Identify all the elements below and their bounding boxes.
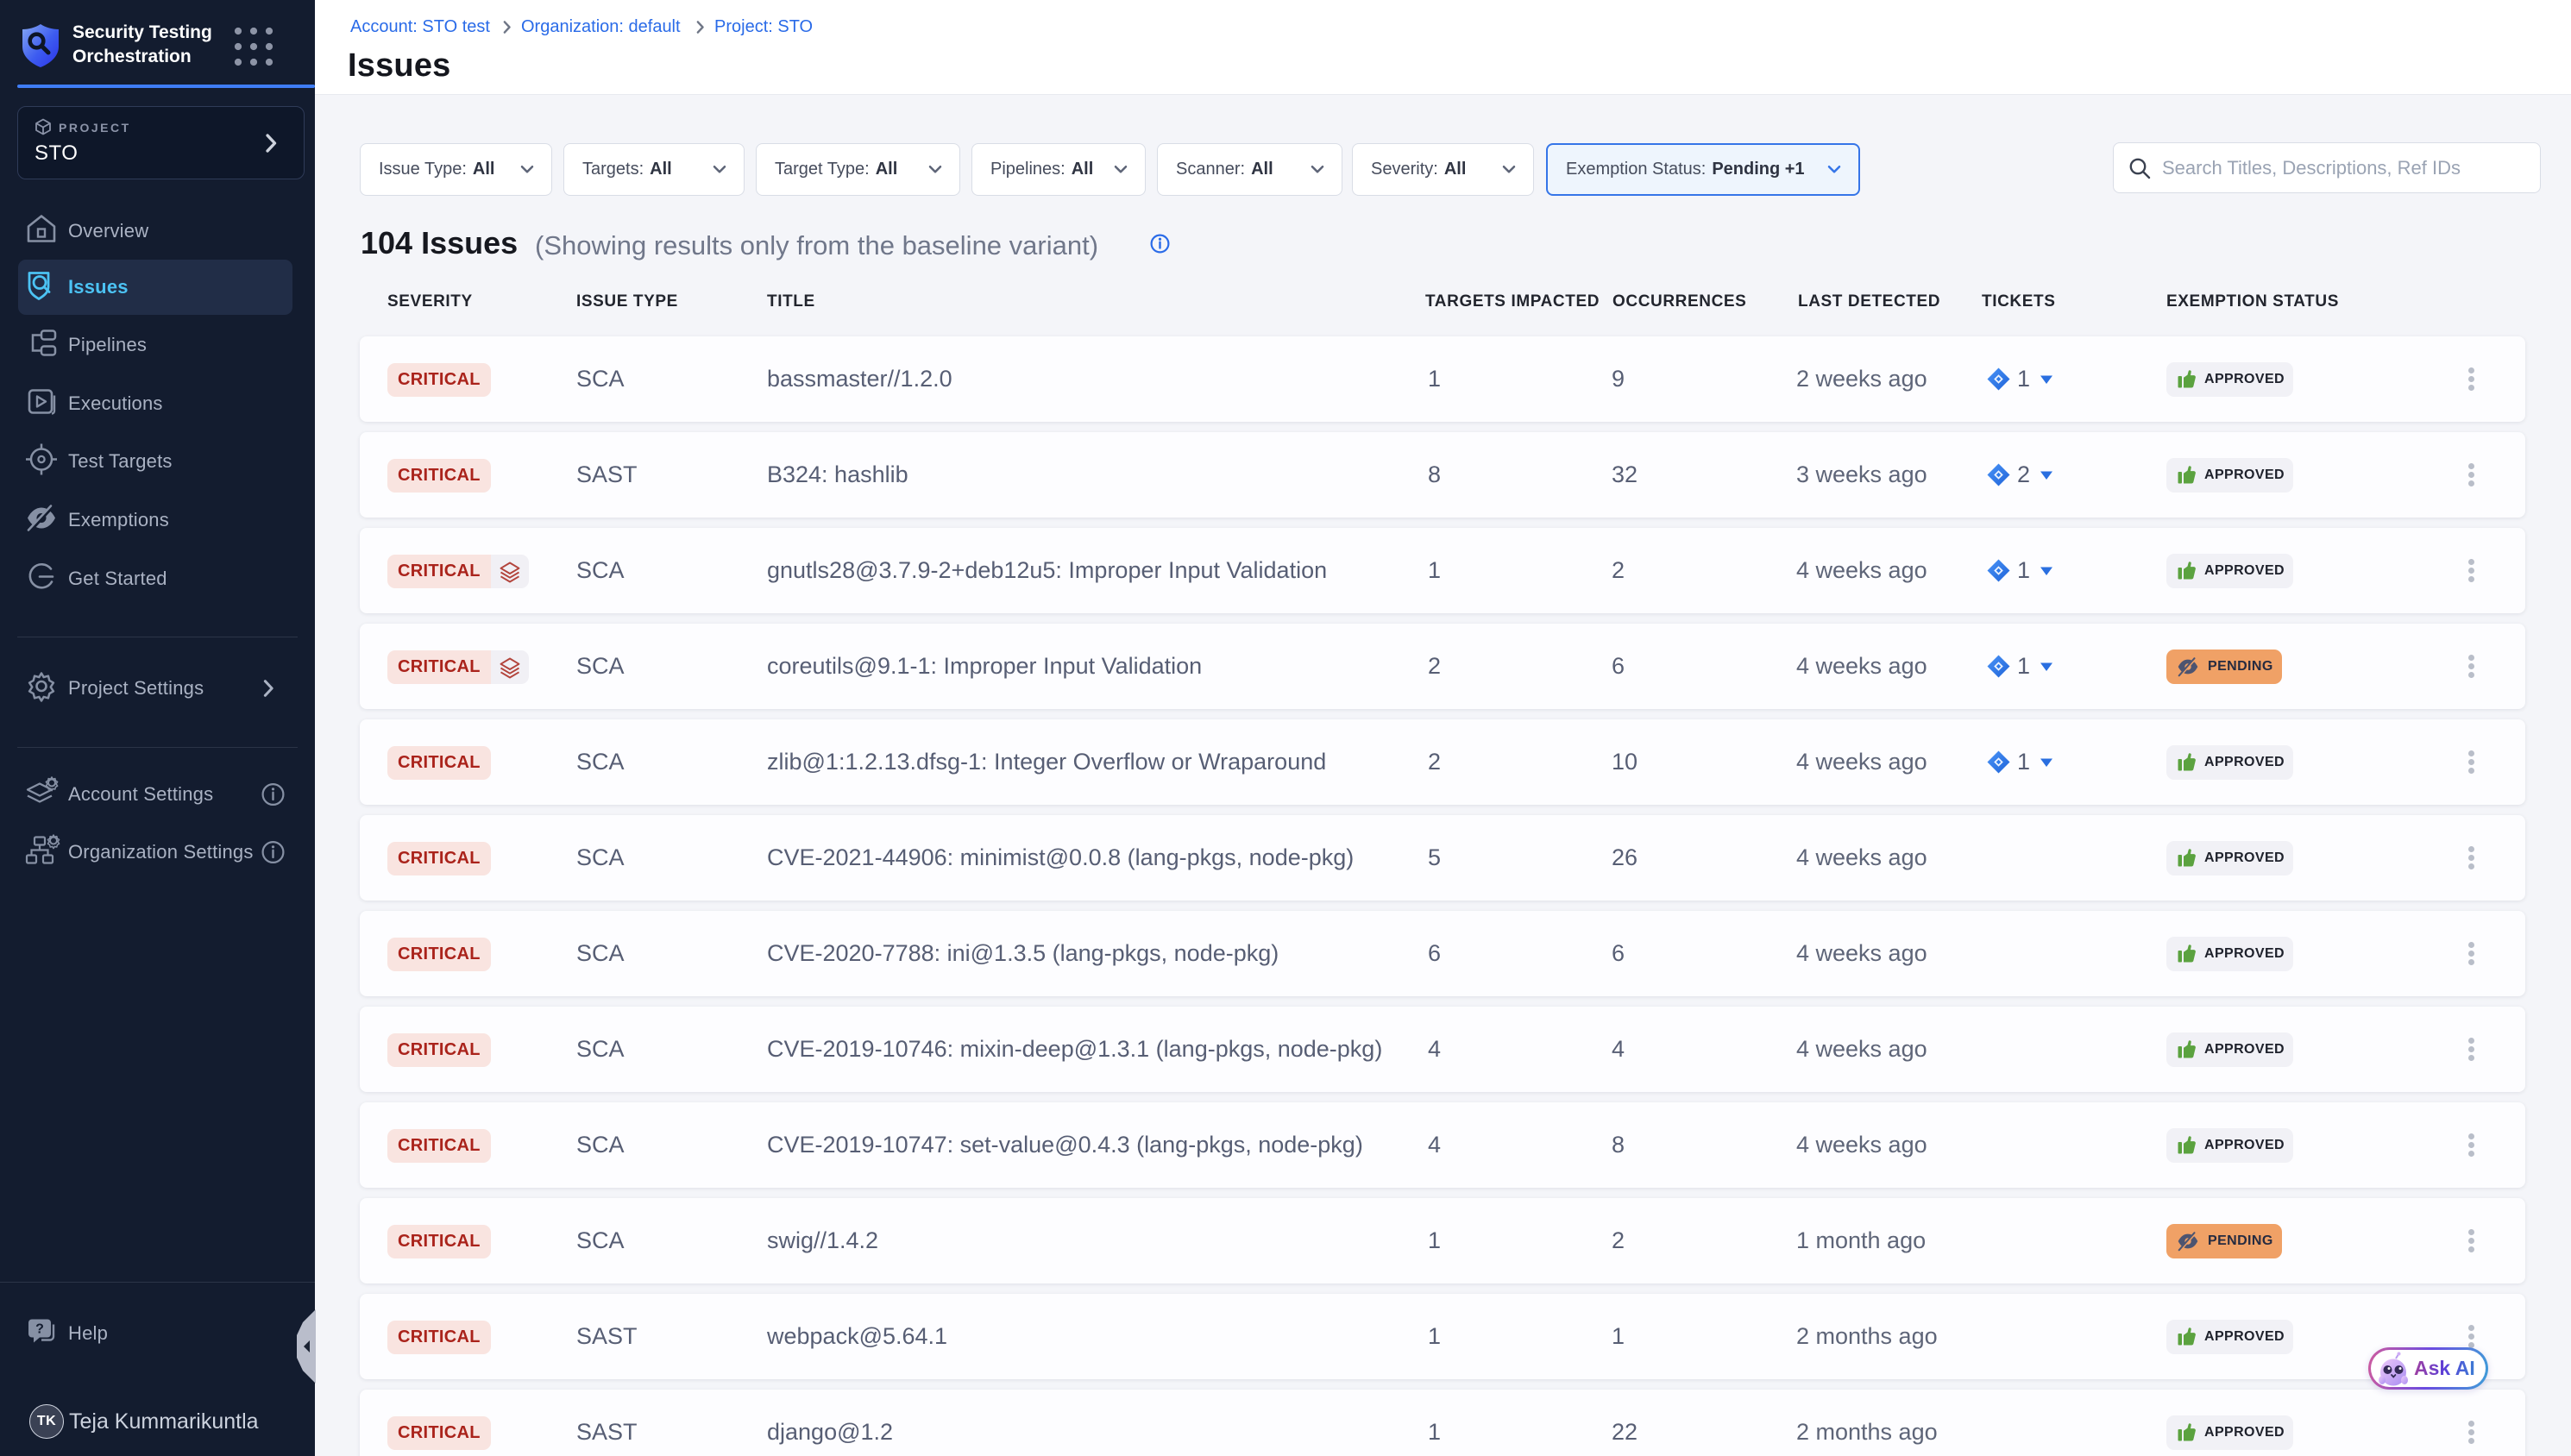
svg-text:?: ? bbox=[35, 1322, 44, 1337]
